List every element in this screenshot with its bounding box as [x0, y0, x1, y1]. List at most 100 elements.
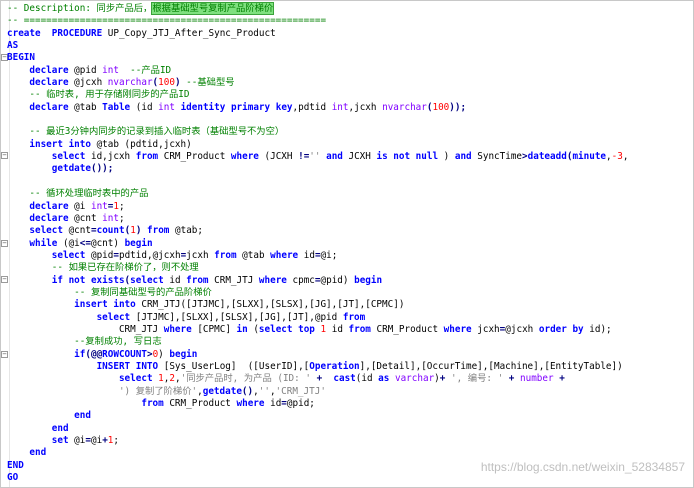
- code-line: declare @jcxh nvarchar(100) --基础型号: [7, 77, 693, 89]
- code-line: getdate());: [7, 163, 693, 175]
- code-token: from: [348, 323, 371, 335]
- code-token: @i;: [320, 249, 338, 261]
- code-line: select id,jcxh from CRM_Product where (J…: [7, 151, 693, 163]
- code-token: where: [443, 323, 472, 335]
- code-token: JCXH: [342, 151, 377, 163]
- code-token: nvarchar: [382, 101, 427, 113]
- code-line: -- Description: 同步产品后，根据基础型号复制产品阶梯价: [7, 2, 693, 15]
- code-token: @pid): [320, 274, 355, 286]
- code-token: !=: [298, 151, 310, 163]
- code-token: dateadd: [527, 151, 567, 163]
- code-token: CRM_Product: [370, 323, 444, 335]
- code-token: select: [51, 151, 86, 163]
- code-line: select [JTJMC],[SLXX],[SLSX],[JG],[JT],@…: [7, 312, 693, 324]
- code-token: begin: [169, 348, 198, 360]
- code-token: CRM_JTJ: [208, 274, 259, 286]
- code-token: ') 复制了阶梯价': [118, 385, 198, 397]
- code-line: declare @tab Table (id int identity prim…: [7, 102, 693, 114]
- code-token: declare: [29, 212, 69, 224]
- code-token: int: [102, 212, 119, 224]
- code-line: [7, 114, 693, 126]
- code-editor[interactable]: − − − − − -- Description: 同步产品后，根据基础型号复制…: [0, 0, 694, 488]
- code-content[interactable]: -- Description: 同步产品后，根据基础型号复制产品阶梯价 -- ==…: [7, 2, 693, 484]
- code-token: 100: [158, 77, 175, 89]
- code-token: @tab;: [169, 225, 204, 237]
- code-line: insert into @tab (pdtid,jcxh): [7, 139, 693, 151]
- code-token: and: [454, 151, 472, 163]
- code-token: set: [51, 435, 69, 447]
- code-line: declare @pid int --产品ID: [7, 65, 693, 77]
- code-token: [JTJMC],[SLXX],[SLSX],[JG],[JT],@pid: [130, 311, 343, 323]
- code-token: --复制成功, 写日志: [74, 336, 162, 348]
- code-token: jcxh: [186, 249, 215, 261]
- code-line: -- 如果已存在阶梯价了，则不处理: [7, 262, 693, 274]
- code-token: -- 最近3分钟内同步的记录到插入临时表（基础型号不为空）: [29, 126, 285, 138]
- code-token: (id: [130, 101, 159, 113]
- code-token: int: [90, 200, 108, 212]
- code-token: (): [241, 385, 254, 397]
- code-token: [Sys_UserLog] ([UserID],[: [158, 360, 310, 372]
- code-token: 根据基础型号复制产品阶梯价: [151, 2, 275, 15]
- code-token: (@i: [57, 237, 80, 249]
- code-token: @tab: [68, 101, 103, 113]
- code-line: from CRM_Product where id=@pid;: [7, 398, 693, 410]
- code-token: id);: [583, 323, 612, 335]
- code-token: [CPMC]: [191, 323, 237, 335]
- code-token: -3: [611, 151, 623, 163]
- code-token: Operation: [309, 360, 360, 372]
- code-line: while (@i<=@cnt) begin: [7, 238, 693, 250]
- code-token: from: [214, 249, 237, 261]
- code-token: create: [7, 27, 41, 39]
- code-token: BEGIN: [7, 52, 35, 64]
- code-line: select @cnt=count(1) from @tab;: [7, 225, 693, 237]
- code-token: begin: [354, 274, 383, 286]
- code-line: declare @i int=1;: [7, 201, 693, 213]
- code-token: ;: [118, 200, 125, 212]
- code-line: end: [7, 447, 693, 459]
- code-token: number: [520, 373, 554, 385]
- code-token: begin: [124, 237, 153, 249]
- code-token: ,jcxh: [348, 101, 383, 113]
- watermark-text: https://blog.csdn.net/weixin_52834857: [480, 460, 685, 474]
- code-token: where: [258, 274, 287, 286]
- code-token: @pid: [85, 249, 114, 261]
- code-token: from: [141, 398, 164, 409]
- code-line: -- 临时表, 用于存储刚同步的产品ID: [7, 89, 693, 101]
- code-token: '同步产品时, 为产品 (ID: ': [180, 373, 311, 385]
- code-token: +: [559, 373, 565, 385]
- code-token: end: [29, 447, 47, 459]
- code-line: BEGIN: [7, 52, 693, 64]
- code-token: @tab: [236, 249, 271, 261]
- code-line: INSERT INTO [Sys_UserLog] ([UserID],[Ope…: [7, 361, 693, 373]
- code-token: INSERT INTO: [96, 360, 159, 372]
- code-token: getdate: [51, 163, 91, 175]
- code-line: if not exists(select id from CRM_JTJ whe…: [7, 275, 693, 287]
- code-token: ,: [622, 151, 629, 163]
- code-token: ,pdtid: [292, 101, 332, 113]
- code-token: @jcxh: [68, 77, 108, 89]
- code-token: @i: [68, 200, 91, 212]
- code-line: select 1,2,'同步产品时, 为产品 (ID: ' + cast(id …: [7, 373, 693, 385]
- code-token: order by: [538, 323, 584, 335]
- code-line: [7, 176, 693, 188]
- code-token: @jcxh: [505, 323, 539, 335]
- code-token: where: [230, 151, 259, 163]
- code-token: 100: [432, 101, 450, 113]
- code-line: -- 循环处理临时表中的产品: [7, 188, 693, 200]
